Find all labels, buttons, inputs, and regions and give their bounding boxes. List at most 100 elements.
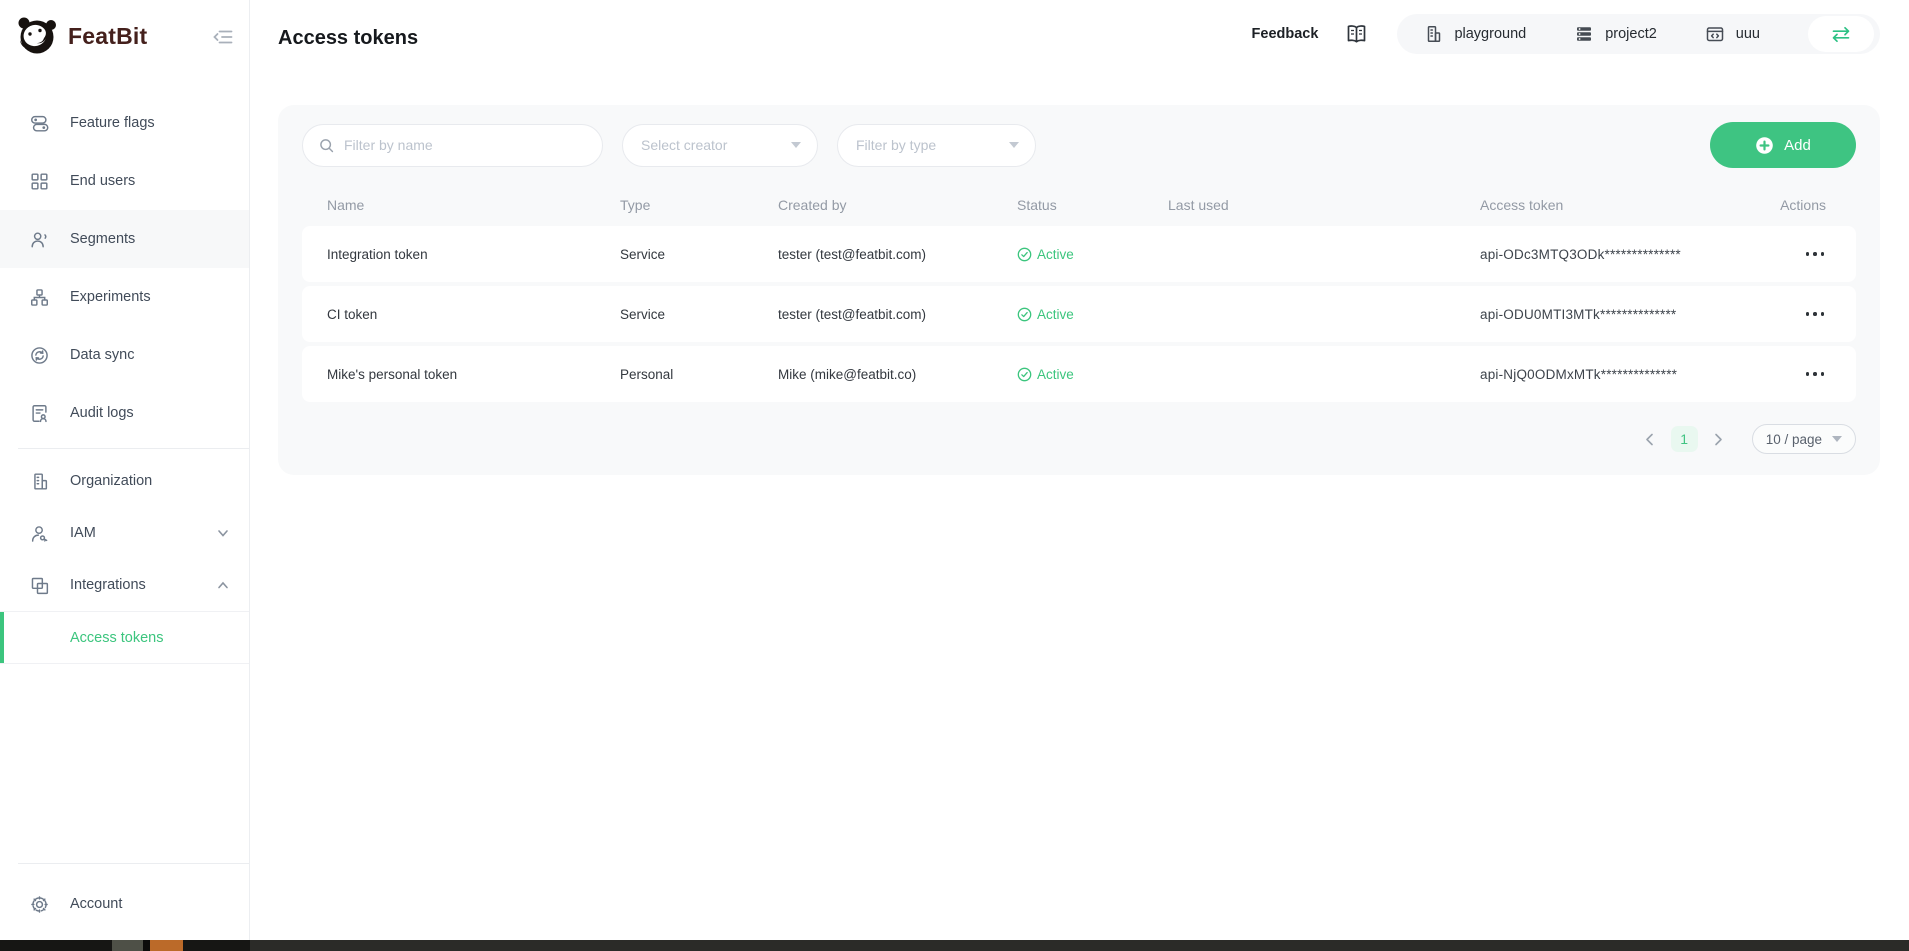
token-type: Service [620, 247, 778, 262]
sidebar-item-organization[interactable]: Organization [0, 455, 249, 507]
sidebar-item-label: Data sync [70, 347, 134, 363]
sidebar-item-iam[interactable]: IAM [0, 507, 249, 559]
sidebar-nav-secondary: Organization IAM Integrations Access tok… [0, 455, 249, 664]
org-selector[interactable]: playground [1423, 24, 1526, 44]
check-circle-icon [1017, 247, 1032, 262]
environment-name: uuu [1736, 26, 1760, 42]
token-type: Service [620, 307, 778, 322]
name-filter [302, 124, 603, 167]
sidebar-item-audit-logs[interactable]: Audit logs [0, 384, 249, 442]
sidebar-item-segments[interactable]: Segments [0, 210, 249, 268]
page-size-select[interactable]: 10 / page [1752, 424, 1856, 454]
sidebar-item-label: Segments [70, 231, 135, 247]
sidebar-collapse-icon[interactable] [211, 26, 235, 48]
status-label: Active [1037, 307, 1074, 322]
building-icon [1423, 24, 1443, 44]
main-content: Access tokens Feedback playground [250, 0, 1909, 940]
end-users-icon [29, 171, 50, 192]
data-sync-icon [29, 345, 50, 366]
column-header-status: Status [1017, 197, 1168, 213]
status-label: Active [1037, 367, 1074, 382]
token-name: Integration token [327, 247, 620, 262]
sidebar-item-label: Organization [70, 473, 152, 489]
topbar-actions: Feedback playground project2 [1252, 13, 1880, 55]
sidebar-item-access-tokens[interactable]: Access tokens [0, 611, 249, 664]
page-size-value: 10 / page [1766, 432, 1822, 447]
switch-environment-button[interactable] [1808, 16, 1874, 52]
swap-arrows-icon [1829, 26, 1853, 43]
environment-selector[interactable]: uuu [1705, 24, 1760, 44]
sidebar-item-label: Feature flags [70, 115, 155, 131]
sidebar-item-label: IAM [70, 525, 96, 541]
token-value: api-NjQ0ODMxMTk************** [1480, 367, 1770, 382]
sidebar-divider [18, 448, 249, 449]
table-header-row: Name Type Created by Status Last used Ac… [302, 188, 1856, 222]
row-actions [1770, 246, 1856, 262]
taskbar-segment [112, 940, 143, 951]
token-created-by: tester (test@featbit.com) [778, 307, 1017, 322]
featbit-logo-icon [14, 14, 62, 58]
status-badge: Active [1017, 367, 1168, 382]
code-window-icon [1705, 24, 1725, 44]
project-selector[interactable]: project2 [1574, 24, 1657, 44]
chevron-right-icon [1714, 433, 1723, 446]
plus-circle-icon [1755, 136, 1774, 155]
table-row: CI token Service tester (test@featbit.co… [302, 286, 1856, 342]
table-row: Mike's personal token Personal Mike (mik… [302, 346, 1856, 402]
check-circle-icon [1017, 307, 1032, 322]
status-badge: Active [1017, 307, 1168, 322]
type-filter-placeholder: Filter by type [856, 137, 936, 153]
table-row: Integration token Service tester (test@f… [302, 226, 1856, 282]
add-token-label: Add [1784, 137, 1811, 154]
search-icon [318, 137, 335, 154]
token-name: CI token [327, 307, 620, 322]
sidebar-item-label: End users [70, 173, 135, 189]
sidebar-item-label: Experiments [70, 289, 151, 305]
sidebar-divider [18, 863, 249, 864]
more-actions-icon[interactable] [1804, 306, 1827, 322]
token-name: Mike's personal token [327, 367, 620, 382]
check-circle-icon [1017, 367, 1032, 382]
integrations-icon [29, 575, 50, 596]
next-page-button[interactable] [1708, 428, 1730, 450]
page-number[interactable]: 1 [1671, 426, 1698, 452]
sidebar-item-account[interactable]: Account [0, 882, 249, 926]
creator-filter-placeholder: Select creator [641, 137, 727, 153]
sidebar-item-end-users[interactable]: End users [0, 152, 249, 210]
token-created-by: Mike (mike@featbit.co) [778, 367, 1017, 382]
token-type: Personal [620, 367, 778, 382]
sidebar-item-label: Audit logs [70, 405, 134, 421]
docs-book-icon[interactable] [1344, 23, 1369, 45]
pagination: 1 10 / page [302, 424, 1856, 454]
feedback-link[interactable]: Feedback [1252, 26, 1319, 42]
token-value: api-ODU0MTI3MTk************** [1480, 307, 1770, 322]
more-actions-icon[interactable] [1804, 366, 1827, 382]
project-env-switcher: playground project2 uuu [1397, 14, 1880, 54]
access-tokens-panel: Select creator Filter by type Add Name T… [278, 105, 1880, 475]
organization-icon [29, 471, 50, 492]
taskbar-segment [143, 940, 150, 951]
more-actions-icon[interactable] [1804, 246, 1827, 262]
sidebar-item-label: Access tokens [70, 630, 164, 646]
row-actions [1770, 366, 1856, 382]
sidebar: FeatBit Feature flags End users [0, 0, 250, 940]
brand-header: FeatBit [0, 0, 249, 72]
sidebar-nav-primary: Feature flags End users Segments Exper [0, 94, 249, 442]
gear-icon [29, 894, 50, 915]
sidebar-item-feature-flags[interactable]: Feature flags [0, 94, 249, 152]
sidebar-item-integrations[interactable]: Integrations [0, 559, 249, 611]
column-header-name: Name [327, 197, 620, 213]
creator-filter-select[interactable]: Select creator [622, 124, 818, 167]
filter-toolbar: Select creator Filter by type Add [302, 122, 1856, 168]
type-filter-select[interactable]: Filter by type [837, 124, 1036, 167]
sidebar-item-data-sync[interactable]: Data sync [0, 326, 249, 384]
add-token-button[interactable]: Add [1710, 122, 1856, 168]
prev-page-button[interactable] [1639, 428, 1661, 450]
row-actions [1770, 306, 1856, 322]
os-taskbar-strip [0, 940, 1909, 951]
experiments-icon [29, 287, 50, 308]
column-header-actions: Actions [1770, 197, 1856, 213]
sidebar-item-experiments[interactable]: Experiments [0, 268, 249, 326]
chevron-up-icon [217, 579, 229, 591]
name-filter-input[interactable] [344, 137, 588, 153]
